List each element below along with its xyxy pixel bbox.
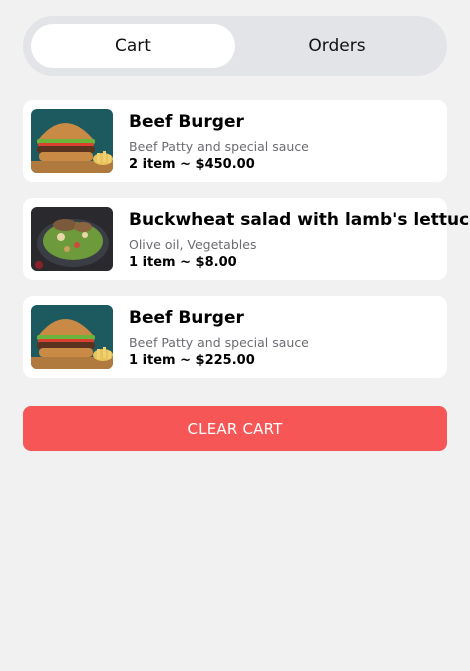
clear-cart-button[interactable]: CLEAR CART	[23, 406, 447, 451]
salad-image	[31, 207, 113, 271]
item-quantity-price: 2 item ~ $450.00	[129, 157, 255, 172]
burger-image	[31, 305, 113, 369]
tab-cart[interactable]: Cart	[31, 24, 235, 68]
item-name: Beef Burger	[129, 112, 244, 132]
item-name: Beef Burger	[129, 308, 244, 328]
item-name: Buckwheat salad with lamb's lettuce	[129, 210, 470, 230]
item-quantity-price: 1 item ~ $8.00	[129, 255, 237, 270]
item-quantity-price: 1 item ~ $225.00	[129, 353, 255, 368]
cart-item[interactable]: Beef Burger Beef Patty and special sauce…	[23, 100, 447, 182]
item-description: Beef Patty and special sauce	[129, 139, 309, 154]
item-description: Olive oil, Vegetables	[129, 237, 257, 252]
burger-image	[31, 109, 113, 173]
cart-item[interactable]: Beef Burger Beef Patty and special sauce…	[23, 296, 447, 378]
item-description: Beef Patty and special sauce	[129, 335, 309, 350]
cart-item[interactable]: Buckwheat salad with lamb's lettuce Oliv…	[23, 198, 470, 280]
cart-orders-tab-switch: Cart Orders	[23, 16, 447, 76]
tab-orders[interactable]: Orders	[235, 24, 439, 68]
